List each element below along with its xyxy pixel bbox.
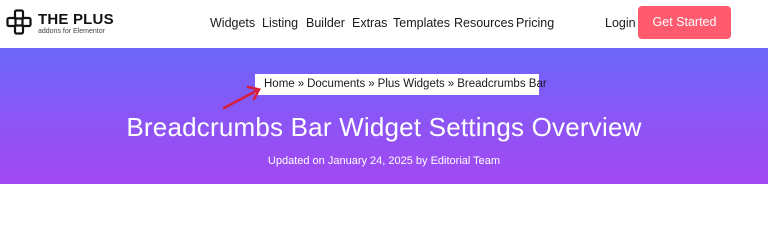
content-area	[0, 184, 768, 218]
red-arrow-icon	[222, 85, 261, 110]
nav-item-extras[interactable]: Extras	[352, 16, 387, 30]
plus-cross-logo-icon	[6, 9, 32, 35]
nav-item-widgets[interactable]: Widgets	[210, 16, 255, 30]
logo-subtitle: addons for Elementor	[38, 28, 105, 35]
logo-title: THE PLUS	[38, 11, 114, 28]
breadcrumb-documents[interactable]: Documents	[307, 78, 365, 90]
breadcrumb-separator: »	[368, 78, 375, 90]
nav-item-pricing[interactable]: Pricing	[516, 16, 554, 30]
post-meta: Updated on January 24, 2025 by Editorial…	[267, 155, 501, 167]
nav-item-resources[interactable]: Resources	[454, 16, 514, 30]
hero-banner: Home» Documents» Plus Widgets» Breadcrumbs …	[0, 48, 768, 184]
login-link[interactable]: Login	[605, 16, 636, 30]
breadcrumb-current: Breadcrumbs Bar	[457, 78, 547, 90]
breadcrumb-home[interactable]: Home	[264, 78, 295, 90]
nav-item-builder[interactable]: Builder	[306, 16, 345, 30]
logo[interactable]: THE PLUS addons for Elementor	[6, 9, 116, 41]
nav-item-templates[interactable]: Templates	[393, 16, 450, 30]
breadcrumb: Home» Documents» Plus Widgets» Breadcrumbs …	[255, 74, 547, 95]
breadcrumb-separator: »	[447, 78, 455, 90]
breadcrumb-plus-widgets[interactable]: Plus Widgets	[378, 78, 445, 90]
site-header: THE PLUS addons for Elementor Widgets Li…	[0, 0, 768, 48]
page-title: Breadcrumbs Bar Widget Settings Overview	[126, 112, 642, 142]
breadcrumb-separator: »	[297, 78, 305, 90]
get-started-button[interactable]: Get Started	[638, 6, 731, 39]
nav-item-listing[interactable]: Listing	[262, 16, 298, 30]
